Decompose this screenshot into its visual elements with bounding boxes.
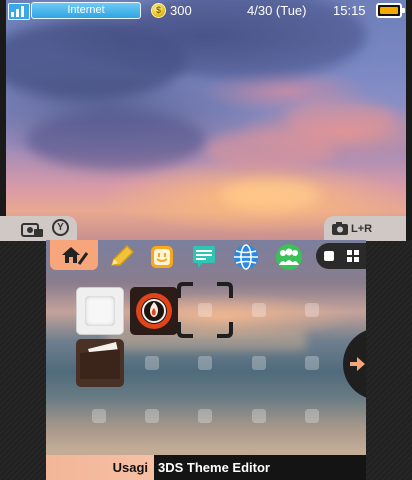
view-toggle[interactable] [316,243,366,269]
empty-slot[interactable] [198,356,212,370]
edit-button[interactable] [108,243,136,271]
bottom-info-bar: Usagi 3DS Theme Editor [46,455,366,480]
arrow-right-icon [350,357,365,371]
camera-icon [21,223,43,237]
right-bezel [366,240,412,480]
friends-button[interactable] [274,243,302,271]
l-r-button-label: L+R [351,223,373,235]
home-settings-button[interactable] [50,240,98,270]
status-bar: Internet $ 300 4/30 (Tue) 15:15 [6,0,406,24]
empty-slot[interactable] [252,303,266,317]
camera-shortcut[interactable]: Y [0,216,77,241]
square-icon[interactable] [324,251,334,261]
home-settings-icon [62,247,89,265]
miiverse-button[interactable] [148,243,176,271]
battery-fill [380,7,398,14]
empty-slot[interactable] [305,409,319,423]
signal-strength-icon [8,3,30,20]
notifications-button[interactable] [190,243,218,271]
empty-slot[interactable] [198,409,212,423]
cloud [286,100,396,140]
selected-app-title: 3DS Theme Editor [154,455,366,480]
smiley-icon [151,246,173,268]
bottom-screen: Usagi 3DS Theme Editor [46,240,366,480]
chat-icon [193,246,215,268]
left-bezel [0,240,46,480]
flame-app-icon[interactable] [130,287,178,335]
screenshot-shortcut[interactable]: L+R [324,216,406,241]
photo-camera-icon [332,222,348,235]
play-coin-icon: $ [151,3,166,18]
friends-icon [276,244,302,270]
empty-slot[interactable] [252,356,266,370]
empty-slot[interactable] [305,303,319,317]
empty-slot[interactable] [145,409,159,423]
empty-slot[interactable] [145,356,159,370]
cloud [221,180,321,210]
grid-icon[interactable] [347,250,359,262]
flame-icon [136,293,172,329]
browser-button[interactable] [232,243,260,271]
scroll-right-button[interactable] [343,328,366,400]
blank-app-icon[interactable] [76,287,124,335]
top-screen: Internet $ 300 4/30 (Tue) 15:15 [6,0,406,240]
play-coin-count: 300 [170,3,192,18]
empty-slot[interactable] [92,409,106,423]
time-display: 15:15 [333,3,366,18]
folder-icon[interactable] [76,339,124,387]
cloud [26,110,206,170]
selection-cursor [177,282,233,338]
folder-paper-icon [80,342,120,379]
battery-icon [376,3,405,18]
y-button-icon: Y [52,219,69,236]
globe-icon [234,244,258,270]
connection-status: Internet [31,2,141,19]
app-toolbar [46,240,366,274]
empty-slot[interactable] [252,409,266,423]
empty-slot[interactable] [305,356,319,370]
user-name: Usagi [46,455,154,480]
date-display: 4/30 (Tue) [247,3,307,18]
pencil-icon [110,244,135,266]
